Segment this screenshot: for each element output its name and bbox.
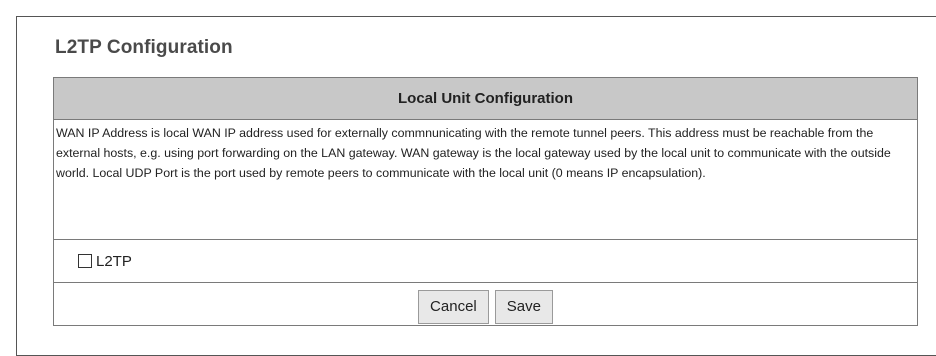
l2tp-checkbox-label[interactable]: L2TP: [96, 253, 132, 270]
l2tp-checkbox-row: L2TP: [53, 239, 918, 283]
l2tp-checkbox[interactable]: [78, 254, 92, 268]
section-header: Local Unit Configuration: [53, 77, 918, 120]
section-description: WAN IP Address is local WAN IP address u…: [53, 119, 918, 240]
local-unit-config-table: Local Unit Configuration WAN IP Address …: [53, 77, 918, 326]
l2tp-checkbox-control[interactable]: L2TP: [78, 253, 917, 270]
cancel-button[interactable]: Cancel: [418, 290, 489, 324]
save-button[interactable]: Save: [494, 290, 553, 324]
page-title: L2TP Configuration: [55, 37, 233, 58]
action-button-row: Cancel Save: [53, 282, 918, 326]
